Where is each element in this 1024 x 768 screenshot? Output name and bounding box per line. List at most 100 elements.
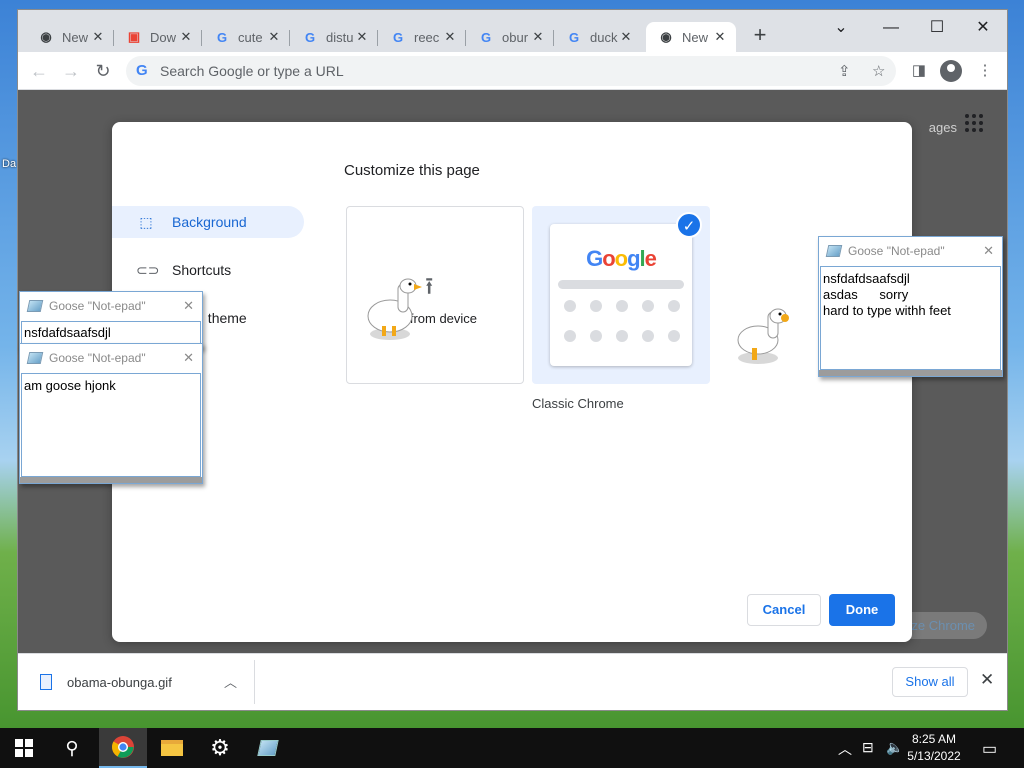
show-all-button[interactable]: Show all [892,667,968,697]
network-icon[interactable]: ⊟ [862,739,874,756]
share-icon[interactable]: ⇪ [838,62,851,80]
dialog-title: Customize this page [344,162,480,179]
back-button[interactable]: ← [26,58,52,84]
chrome-icon [112,736,134,758]
tab-3[interactable]: G cute ✕ [202,22,290,52]
close-icon[interactable]: ✕ [530,29,546,45]
clock-time: 8:25 AM [911,732,957,746]
notepad-titlebar[interactable]: Goose "Not-epad" [20,344,202,372]
notepad-titlebar[interactable]: Goose "Not-epad" [20,292,202,320]
menu-kebab-icon[interactable]: ⋮ [974,60,996,82]
upload-icon: ⭱ [425,273,434,300]
classic-chrome-tile[interactable]: Google ✓ [532,206,710,384]
close-icon[interactable]: ✕ [618,29,634,45]
goose-notepad-window[interactable]: Goose "Not-epad" ✕ nsfdafdsaafsdjl asdas… [818,236,1003,377]
chevron-up-icon[interactable]: ︿ [838,739,852,759]
clock-date: 5/13/2022 [907,749,961,763]
tab-5[interactable]: G reec ✕ [378,22,466,52]
store-icon: ▣ [127,29,141,44]
notepad-title: Goose "Not-epad" [848,244,945,258]
download-item-name[interactable]: obama-obunga.gif [67,675,172,690]
browser-toolbar: ← → ↻ G Search Google or type a URL ⇪ ☆ … [18,52,1007,90]
tab-label: duck [590,29,618,45]
windows-taskbar: ⚲ ⚙ ︿ ⊟ 🔈 8:25 AM 5/13/2022 ▭ [0,728,1024,768]
chrome-icon: ◉ [660,29,672,44]
tab-label: distu [326,29,354,45]
sidebar-item-background[interactable]: ⬚ Background [112,206,304,238]
address-bar[interactable]: G Search Google or type a URL ⇪ ☆ [126,56,896,86]
close-icon[interactable]: ✕ [183,350,194,366]
close-icon[interactable]: ✕ [90,29,106,45]
customize-dialog: Customize this page ⬚ Background ⊂⊃ Shor… [112,122,912,642]
taskbar-settings-button[interactable]: ⚙ [196,728,244,768]
minimize-button[interactable]: — [868,14,914,42]
notepad-icon [26,300,44,312]
goose-notepad-window[interactable]: Goose "Not-epad" ✕ nsfdafdsaafsdjl [19,291,203,349]
forward-button[interactable]: → [58,58,84,84]
goose-sprite[interactable] [734,304,796,366]
taskbar-chrome-button[interactable] [99,728,147,768]
notepad-titlebar[interactable]: Goose "Not-epad" [819,237,1002,265]
search-icon[interactable]: ⚲ [48,728,96,768]
notepad-icon [257,740,279,756]
sidebar-item-shortcuts[interactable]: ⊂⊃ Shortcuts [112,254,304,286]
tab-label: cute [238,29,263,45]
close-icon[interactable]: ✕ [712,29,728,45]
preview-searchbox [558,280,684,289]
taskbar-file-explorer-button[interactable] [148,728,196,768]
close-icon[interactable]: ✕ [178,29,194,45]
new-tab-button[interactable]: + [748,24,772,48]
close-icon[interactable]: ✕ [183,298,194,314]
taskbar-clock[interactable]: 8:25 AM 5/13/2022 [904,731,964,765]
chevron-up-icon[interactable]: ︿ [224,672,237,691]
notepad-text-area[interactable]: am goose hjonk [21,373,201,477]
address-placeholder: Search Google or type a URL [160,63,344,79]
tab-label: reec [414,29,440,45]
taskbar-notepad-button[interactable] [244,728,292,768]
tab-6[interactable]: G obur ✕ [466,22,554,52]
tab-8-active[interactable]: ◉ New ✕ [646,22,736,52]
start-button[interactable] [0,728,48,768]
maximize-button[interactable]: ☐ [914,14,960,42]
close-icon[interactable]: ✕ [980,670,994,690]
cancel-button[interactable]: Cancel [747,594,821,626]
notification-icon[interactable]: ▭ [982,739,997,759]
volume-icon[interactable]: 🔈 [886,739,903,756]
tab-label: obur [502,29,529,45]
notepad-title: Goose "Not-epad" [49,299,146,313]
bookmark-star-icon[interactable]: ☆ [872,62,885,80]
google-icon: G [480,29,492,45]
notepad-text-area[interactable]: nsfdafdsaafsdjl asdas sorry hard to type… [820,266,1001,370]
close-icon[interactable]: ✕ [983,243,994,259]
profile-avatar[interactable] [940,60,962,82]
goose-sprite[interactable] [364,272,424,342]
apps-grid-icon[interactable] [965,114,983,132]
goose-notepad-window[interactable]: Goose "Not-epad" ✕ am goose hjonk [19,343,203,484]
file-icon [40,674,52,690]
tab-search-chevron-icon[interactable]: ⌄ [818,14,864,42]
done-button[interactable]: Done [829,594,895,626]
close-icon[interactable]: ✕ [266,29,282,45]
google-icon: G [392,29,404,45]
images-link[interactable]: ages [929,120,957,135]
tab-4[interactable]: G distu ✕ [290,22,378,52]
reload-button[interactable]: ↻ [90,58,116,84]
google-icon: G [216,29,228,45]
tab-label: Dow [150,29,177,45]
image-icon: ⬚ [139,213,153,230]
side-panel-icon[interactable]: ◨ [908,60,930,82]
customize-chrome-button[interactable]: ze Chrome [899,612,987,639]
chrome-icon: ◉ [40,29,52,44]
close-window-button[interactable]: ✕ [960,14,1006,42]
tab-2[interactable]: ▣ Dow ✕ [114,22,202,52]
tab-1[interactable]: ◉ New ✕ [26,22,114,52]
desktop-icon-label[interactable]: Da [2,158,16,170]
tab-strip: ◉ New ✕ ▣ Dow ✕ G cute ✕ G distu ✕ G ree… [18,10,1007,52]
google-icon: G [304,29,316,45]
close-icon[interactable]: ✕ [354,29,370,45]
close-icon[interactable]: ✕ [442,29,458,45]
link-icon: ⊂⊃ [136,261,160,278]
selected-check-icon: ✓ [676,212,702,238]
classic-chrome-caption: Classic Chrome [532,396,624,411]
tab-7[interactable]: G duck ✕ [554,22,642,52]
